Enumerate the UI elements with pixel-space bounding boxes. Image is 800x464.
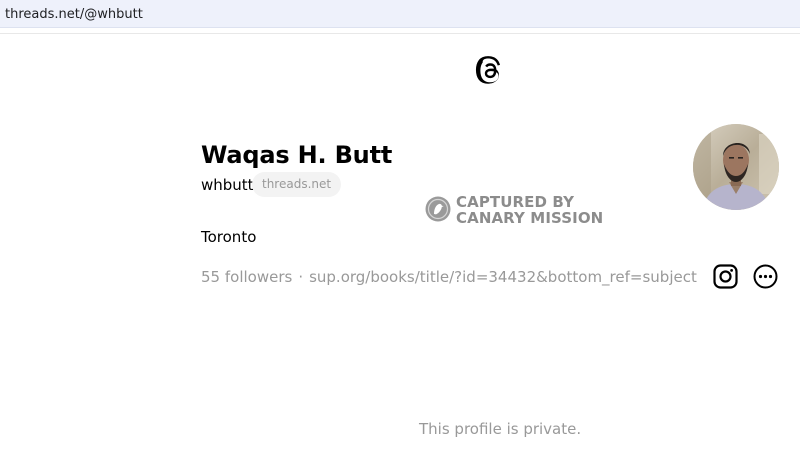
- canary-mission-badge-icon: [425, 196, 451, 222]
- url-text[interactable]: threads.net/@whbutt: [5, 7, 143, 22]
- threads-logo-icon[interactable]: [474, 55, 506, 89]
- followers-count[interactable]: 55 followers: [201, 268, 292, 286]
- profile-username: whbutt: [201, 176, 254, 194]
- profile-stats: 55 followers · sup.org/books/title/?id=344…: [201, 268, 697, 286]
- captured-by-watermark: CAPTURED BY CANARY MISSION: [425, 193, 603, 227]
- profile-link[interactable]: sup.org/books/title/?id=34432&bottom_ref…: [309, 268, 697, 286]
- watermark-line-2: CANARY MISSION: [456, 209, 604, 227]
- profile-display-name: Waqas H. Butt: [201, 141, 393, 169]
- profile-location: Toronto: [201, 228, 257, 246]
- instagram-icon[interactable]: [713, 264, 738, 289]
- more-options-icon[interactable]: [753, 264, 778, 289]
- browser-url-bar[interactable]: threads.net/@whbutt: [0, 0, 800, 28]
- stats-separator: ·: [298, 268, 304, 286]
- private-profile-message: This profile is private.: [419, 420, 582, 438]
- domain-badge[interactable]: threads.net: [252, 172, 342, 197]
- profile-avatar[interactable]: [693, 124, 779, 210]
- divider: [0, 33, 800, 34]
